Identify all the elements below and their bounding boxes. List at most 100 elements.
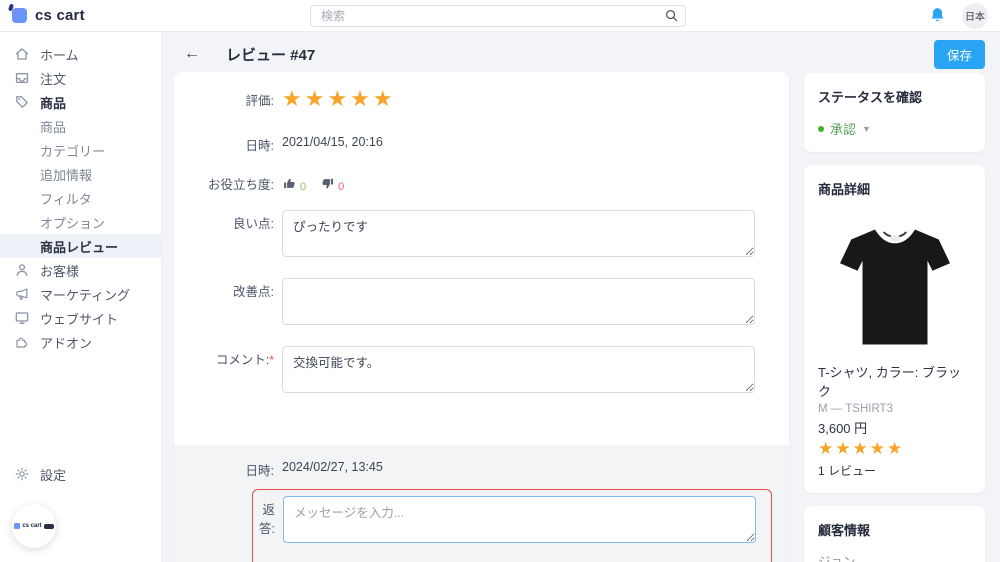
- product-rating-stars: ★★★★★: [818, 439, 905, 458]
- reply-label: 返答:: [259, 503, 275, 536]
- pros-textarea[interactable]: [282, 210, 755, 257]
- sidebar-item-label: ホーム: [40, 47, 79, 63]
- reply-date-label: 日時:: [245, 464, 274, 478]
- top-bar: cs cart 日本: [0, 0, 1000, 32]
- product-reviews-count: 1 レビュー: [818, 464, 877, 478]
- cscart-logo[interactable]: cs cart: [12, 7, 85, 24]
- customer-panel-title: 顧客情報: [818, 523, 871, 538]
- reply-highlight-box: 返答: 返答を追加: [252, 489, 772, 562]
- products-icon: [14, 94, 30, 110]
- product-panel: 商品詳細 T-シャツ, カラー: ブラック M — TSHIRT3 3,600 …: [804, 165, 985, 493]
- search-bar: [310, 5, 686, 27]
- sidebar-item-label: アドオン: [40, 335, 93, 351]
- chevron-down-icon: ▼: [862, 123, 871, 134]
- sidebar-item-label: カテゴリー: [40, 143, 106, 159]
- sidebar-item-label: フィルタ: [40, 191, 92, 207]
- search-input[interactable]: [310, 5, 686, 27]
- sidebar-item-addons[interactable]: アドオン: [0, 330, 161, 354]
- notifications-bell-icon[interactable]: [929, 6, 946, 25]
- pros-label: 良い点:: [233, 217, 274, 231]
- topbar-right: 日本: [929, 2, 988, 29]
- sidebar-item-label: 商品: [40, 95, 67, 111]
- status-dropdown[interactable]: 承認 ▼: [818, 119, 971, 138]
- comment-label: コメント:*: [215, 353, 274, 367]
- addons-icon: [14, 334, 30, 350]
- rating-stars[interactable]: ★★★★★: [282, 88, 755, 110]
- review-date-label: 日時:: [245, 139, 274, 153]
- product-variant: M — TSHIRT3: [818, 403, 893, 415]
- reply-date-value: 2024/02/27, 13:45: [282, 460, 383, 474]
- sidebar-item-label: オプション: [40, 215, 106, 231]
- status-panel-title: ステータスを確認: [818, 90, 923, 105]
- customer-name: ジョン: [818, 555, 856, 562]
- customer-panel: 顧客情報 ジョン IPアドレス: 127.0.0.1: [804, 506, 985, 562]
- product-image-tshirt[interactable]: [820, 206, 970, 358]
- cons-label: 改善点:: [233, 285, 274, 299]
- sidebar-item-products[interactable]: 商品: [0, 90, 161, 114]
- product-panel-title: 商品詳細: [818, 182, 871, 197]
- product-price: 3,600 円: [818, 421, 868, 436]
- sidebar-bottom: 設定 cs cart: [0, 462, 161, 562]
- sidebar: ホーム 注文 商品 商品 カテゴリー 追加情報 フィルタ オプション 商品レビュー お客様 マーケテ…: [0, 32, 162, 562]
- required-asterisk: *: [269, 353, 274, 367]
- sidebar-item-label: マーケティング: [40, 287, 130, 303]
- cscart-logo-text: cs cart: [35, 7, 85, 24]
- cscart-badge-pill: [43, 523, 54, 529]
- thumbs-down-count: 0: [338, 181, 345, 193]
- sidebar-item-filters[interactable]: フィルタ: [0, 186, 161, 210]
- sidebar-item-label: 商品: [40, 119, 67, 135]
- right-column: ステータスを確認 承認 ▼ 商品詳細 T-シャツ, カラー: ブラック M — …: [804, 72, 985, 562]
- thumbs-down-group: 0: [320, 176, 345, 193]
- cscart-badge-icon: [14, 523, 21, 529]
- sidebar-item-website[interactable]: ウェブサイト: [0, 306, 161, 330]
- save-button[interactable]: 保存: [933, 39, 985, 69]
- home-icon: [14, 46, 30, 62]
- status-value: 承認: [830, 122, 857, 137]
- thumbs-up-group: 0: [282, 176, 307, 193]
- cscart-badge-text: cs cart: [22, 523, 42, 529]
- sidebar-item-product-reviews[interactable]: 商品レビュー: [0, 234, 161, 258]
- cons-textarea[interactable]: [282, 278, 755, 325]
- product-name-link[interactable]: T-シャツ, カラー: ブラック: [818, 362, 971, 400]
- review-card: 評価: ★★★★★ 日時: 2021/04/15, 20:16 お役立ち度: 0…: [174, 72, 789, 562]
- status-dot-icon: [818, 125, 824, 132]
- sidebar-item-customers[interactable]: お客様: [0, 258, 161, 282]
- sidebar-item-marketing[interactable]: マーケティング: [0, 282, 161, 306]
- cscart-logo-icon: [12, 8, 27, 23]
- sidebar-item-label: 商品レビュー: [40, 239, 119, 255]
- cscart-badge[interactable]: cs cart: [12, 504, 56, 548]
- sidebar-item-label: 設定: [40, 467, 67, 483]
- marketing-icon: [14, 286, 30, 302]
- customers-icon: [14, 262, 30, 278]
- sidebar-item-home[interactable]: ホーム: [0, 42, 161, 66]
- sidebar-item-features[interactable]: 追加情報: [0, 162, 161, 186]
- gear-icon: [14, 466, 30, 482]
- sidebar-item-label: お客様: [40, 263, 80, 279]
- sidebar-item-options[interactable]: オプション: [0, 210, 161, 234]
- orders-icon: [14, 70, 30, 86]
- sidebar-item-products-list[interactable]: 商品: [0, 114, 161, 138]
- sidebar-item-label: 追加情報: [40, 167, 93, 183]
- status-panel: ステータスを確認 承認 ▼: [804, 73, 985, 152]
- sidebar-item-settings[interactable]: 設定: [0, 462, 161, 486]
- sidebar-item-categories[interactable]: カテゴリー: [0, 138, 161, 162]
- sidebar-item-label: 注文: [40, 71, 67, 87]
- comment-textarea[interactable]: [282, 346, 755, 393]
- thumb-up-icon: [284, 178, 295, 189]
- thumb-down-icon: [322, 178, 334, 189]
- helpfulness-label: お役立ち度:: [208, 178, 274, 192]
- page-title: レビュー #47: [226, 46, 316, 64]
- sidebar-item-label: ウェブサイト: [40, 311, 119, 327]
- rating-label: 評価:: [245, 93, 274, 108]
- website-icon: [14, 310, 30, 326]
- language-selector[interactable]: 日本: [962, 2, 988, 29]
- review-date-value: 2021/04/15, 20:16: [282, 135, 383, 149]
- sidebar-item-orders[interactable]: 注文: [0, 66, 161, 90]
- reply-section: 日時: 2024/02/27, 13:45 返答: 返答を追加: [174, 445, 789, 562]
- page-header: ← レビュー #47 保存: [174, 39, 985, 69]
- back-arrow-icon[interactable]: ←: [184, 45, 200, 63]
- search-icon[interactable]: [664, 8, 679, 23]
- thumbs-up-count: 0: [300, 181, 307, 193]
- main-area: ← レビュー #47 保存 評価: ★★★★★ 日時: 2021/04/15, …: [162, 32, 1000, 562]
- reply-textarea[interactable]: [283, 496, 756, 543]
